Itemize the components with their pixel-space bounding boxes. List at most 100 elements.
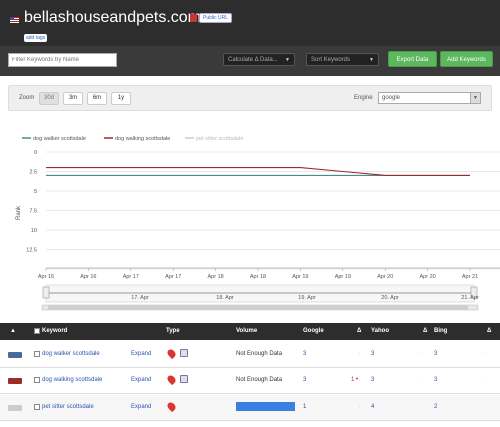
chart-toggle-icon[interactable]: ▲ [10, 328, 16, 334]
zoom-30d-button[interactable]: 30d [39, 92, 59, 105]
yahoo-delta-dot: . [418, 403, 420, 409]
bing-delta-dot: . [482, 376, 484, 382]
y-tick-label: 10 [31, 228, 37, 234]
expand-link[interactable]: Expand [131, 404, 151, 410]
legend-label: dog walking scottsdale [115, 136, 170, 142]
volume-value: Not Enough Data [236, 377, 283, 383]
x-tick-label: Apr 20 [377, 274, 393, 280]
google-header[interactable]: Google [303, 328, 324, 334]
navigator-label: 19. Apr [298, 295, 316, 301]
engine-label: Engine [354, 95, 373, 101]
bing-delta-dot: . [482, 403, 484, 409]
google-delta-dot: . [359, 350, 361, 356]
add-tags-button[interactable]: add tags [24, 34, 48, 42]
x-tick-label: Apr 16 [80, 274, 96, 280]
row-checkbox[interactable] [34, 351, 40, 357]
rank-chart: dog walker scottsdale dog walking scottsd… [16, 136, 500, 311]
table-row: pet sitter scottsdale Expand 1. 4. 2. [0, 395, 500, 421]
navigator-handle-left [42, 286, 50, 299]
bing-delta-header[interactable]: Δ [487, 328, 491, 334]
navigator-label: 21. Apr [461, 295, 479, 301]
expand-link[interactable]: Expand [131, 377, 151, 383]
y-tick-label: 7.5 [29, 209, 37, 215]
google-rank[interactable]: 3 [303, 351, 306, 357]
navigator-box [45, 284, 475, 303]
bing-rank[interactable]: 3 [434, 351, 437, 357]
x-tick-label: Apr 17 [123, 274, 139, 280]
google-rank[interactable]: 3 [303, 377, 306, 383]
export-data-button[interactable]: Export Data [388, 51, 437, 67]
x-tick-label: Apr 18 [250, 274, 266, 280]
row-checkbox[interactable] [34, 377, 40, 383]
yahoo-delta-header[interactable]: Δ [423, 328, 427, 334]
google-rank[interactable]: 1 [303, 404, 306, 410]
keyword-link[interactable]: dog walker scottsdale [42, 351, 100, 357]
series-color-swatch[interactable] [8, 352, 22, 358]
us-flag-icon [10, 17, 19, 23]
volume-value: Not Enough Data [236, 351, 283, 357]
site-title: bellashouseandpets.com [24, 9, 202, 26]
legend-label: dog walker scottsdale [33, 136, 86, 142]
calculate-dropdown-label: Calculate Δ Data... [228, 57, 278, 63]
zoom-6m-button[interactable]: 6m [87, 92, 107, 105]
dropdown-arrow-icon: ▼ [369, 57, 374, 63]
x-tick-label: Apr 20 [419, 274, 435, 280]
table-header: ▲ Keyword Type Volume Google Δ Yahoo Δ B… [0, 323, 500, 340]
local-search-icon [180, 375, 188, 383]
keyword-link[interactable]: pet sitter scottsdale [42, 404, 94, 410]
yahoo-header[interactable]: Yahoo [371, 328, 389, 334]
x-tick-label: Apr 17 [165, 274, 181, 280]
navigator-label: 17. Apr [131, 295, 149, 301]
local-search-icon [180, 349, 188, 357]
y-tick-label: 5 [34, 189, 37, 195]
x-tick-label: Apr 19 [335, 274, 351, 280]
legend-label: pet sitter scottsdale [196, 136, 243, 142]
calculate-dropdown[interactable]: Calculate Δ Data... ▼ [223, 53, 295, 66]
x-tick-label: Apr 19 [292, 274, 308, 280]
yahoo-rank[interactable]: 4 [371, 404, 374, 410]
chevron-down-icon: ▼ [470, 93, 480, 103]
table-row: dog walking scottsdale Expand Not Enough D… [0, 368, 500, 394]
yahoo-rank[interactable]: 3 [371, 351, 374, 357]
bing-rank[interactable]: 3 [434, 377, 437, 383]
x-tick-label: Apr 16 [38, 274, 54, 280]
series-color-swatch[interactable] [8, 378, 22, 384]
engine-select-value: google [382, 95, 401, 101]
lock-icon[interactable] [190, 14, 197, 22]
zoom-label: Zoom [19, 95, 35, 101]
zoom-3m-button[interactable]: 3m [63, 92, 83, 105]
public-url-button[interactable]: Public URL [199, 13, 233, 23]
bing-rank[interactable]: 2 [434, 404, 437, 410]
row-checkbox[interactable] [34, 404, 40, 410]
bing-header[interactable]: Bing [434, 328, 447, 334]
keyword-filter-input[interactable] [8, 53, 117, 67]
y-tick-label: 12.5 [26, 248, 37, 254]
yahoo-delta-dot: . [418, 350, 420, 356]
sort-dropdown[interactable]: Sort Keywords ▼ [306, 53, 379, 66]
expand-link[interactable]: Expand [131, 351, 151, 357]
google-delta-dot: . [359, 376, 361, 382]
table-row: dog walker scottsdale Expand Not Enough Da… [0, 342, 500, 368]
y-axis-label: Rank [16, 205, 22, 220]
x-tick-label: Apr 18 [207, 274, 223, 280]
y-tick-label: 2.5 [29, 170, 37, 176]
x-tick-label: Apr 21 [462, 274, 478, 280]
series-color-swatch[interactable] [8, 405, 22, 411]
keyword-header[interactable]: Keyword [42, 328, 67, 334]
type-header[interactable]: Type [166, 328, 180, 334]
google-delta: 1 [351, 377, 355, 383]
add-keywords-button[interactable]: Add Keywords [440, 51, 493, 67]
yahoo-rank[interactable]: 3 [371, 377, 374, 383]
keyword-link[interactable]: dog walking scottsdale [42, 377, 102, 383]
engine-select[interactable]: google ▼ [378, 92, 481, 104]
sort-dropdown-label: Sort Keywords [311, 57, 351, 63]
volume-header[interactable]: Volume [236, 328, 257, 334]
select-all-checkbox[interactable] [34, 328, 40, 334]
google-delta-header[interactable]: Δ [357, 328, 361, 334]
map-pin-icon [165, 400, 178, 413]
navigator-label: 20. Apr [381, 295, 399, 301]
navigator-label: 18. Apr [216, 295, 234, 301]
zoom-1y-button[interactable]: 1y [111, 92, 131, 105]
scrollbar-thumb [48, 305, 468, 310]
map-pin-icon [165, 373, 178, 386]
